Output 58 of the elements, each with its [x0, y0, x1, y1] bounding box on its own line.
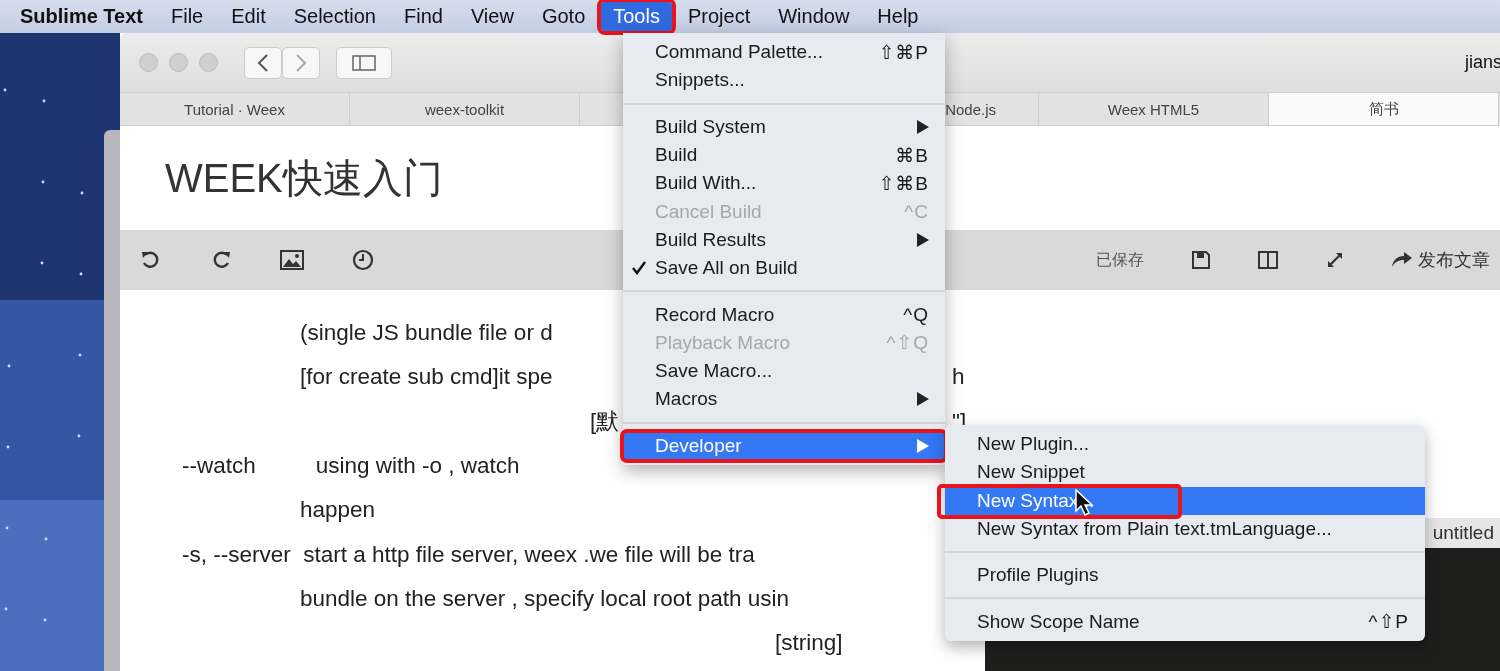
- menu-bar-item[interactable]: Edit: [219, 2, 278, 31]
- editor-tab[interactable]: untitled: [1432, 522, 1500, 544]
- menu-item[interactable]: Show Scope Name ^⇧P: [945, 607, 1425, 636]
- submenu-arrow-icon: [917, 392, 929, 407]
- save-status: 已保存: [1096, 249, 1144, 270]
- menu-item[interactable]: Profile Plugins: [945, 561, 1425, 590]
- menu-item[interactable]: New Snippet: [945, 458, 1425, 487]
- article-title: WEEK快速入门: [165, 154, 443, 202]
- menu-bar-item[interactable]: File: [159, 2, 216, 31]
- menu-item[interactable]: Command Palette... ⇧⌘P: [623, 38, 945, 67]
- menu-bar-item[interactable]: Goto: [529, 2, 598, 31]
- menu-item[interactable]: Build System: [623, 112, 945, 141]
- text-line: [for create sub cmd]it spe: [300, 364, 553, 391]
- chevron-right-icon: [295, 52, 307, 73]
- menu-item[interactable]: Build Results: [623, 225, 945, 255]
- share-arrow-icon: [1392, 252, 1412, 268]
- clock-icon[interactable]: [352, 249, 374, 271]
- text-line: bundle on the server , specify local root path usin: [300, 585, 790, 612]
- menu-bar-item[interactable]: Help: [865, 2, 931, 31]
- split-view-icon[interactable]: [1258, 251, 1278, 269]
- text-line: happen: [300, 497, 376, 524]
- browser-tab[interactable]: Tutorial · Weex: [120, 93, 350, 125]
- sidebar-button[interactable]: [336, 46, 392, 79]
- back-button[interactable]: [244, 46, 282, 79]
- menu-bar-item[interactable]: Window: [766, 2, 862, 31]
- publish-button[interactable]: 发布文章: [1392, 246, 1490, 274]
- menu-item[interactable]: New Syntax from Plain text.tmLanguage...: [945, 514, 1425, 544]
- chevron-left-icon: [257, 52, 269, 73]
- option-description: using with -o , watch: [315, 453, 520, 480]
- text-line: -s, --server start a http file server, weex .we file will be tra: [182, 541, 755, 568]
- menu-bar-item[interactable]: Selection: [281, 2, 388, 31]
- text-line: [string]: [775, 630, 843, 657]
- text-line: --watch: [182, 453, 256, 480]
- submenu-arrow-icon: [917, 232, 929, 247]
- menu-item[interactable]: New Plugin...: [945, 430, 1425, 459]
- text-line: (single JS bundle file or d: [300, 320, 553, 347]
- menu-item[interactable]: Record Macro ^Q: [623, 300, 945, 329]
- submenu-arrow-icon: [917, 119, 929, 134]
- menu-item[interactable]: Macros: [623, 385, 945, 414]
- menu-bar-item[interactable]: Find: [392, 2, 455, 31]
- menu-item[interactable]: Save Macro...: [623, 356, 945, 386]
- menu-item[interactable]: Save All on Build: [623, 254, 945, 283]
- browser-tab[interactable]: 简书: [1269, 93, 1499, 125]
- expand-icon[interactable]: [1326, 251, 1344, 269]
- app-name[interactable]: Sublime Text: [6, 5, 157, 28]
- save-icon[interactable]: [1192, 251, 1210, 269]
- text-line: h: [952, 364, 965, 391]
- menu-item[interactable]: Build ⌘B: [623, 140, 945, 170]
- image-icon[interactable]: [280, 250, 304, 270]
- menu-item[interactable]: Developer: [623, 431, 945, 460]
- menu-item[interactable]: Snippets...: [623, 66, 945, 95]
- submenu-arrow-icon: [917, 438, 929, 453]
- text-line: [默: [590, 408, 620, 437]
- menu-item[interactable]: Build With... ⇧⌘B: [623, 169, 945, 198]
- sidebar-icon: [352, 54, 376, 71]
- menu-bar-item[interactable]: Project: [675, 2, 763, 31]
- browser-tab[interactable]: weex-toolkit: [350, 93, 580, 125]
- menu-bar-item[interactable]: View: [458, 2, 526, 31]
